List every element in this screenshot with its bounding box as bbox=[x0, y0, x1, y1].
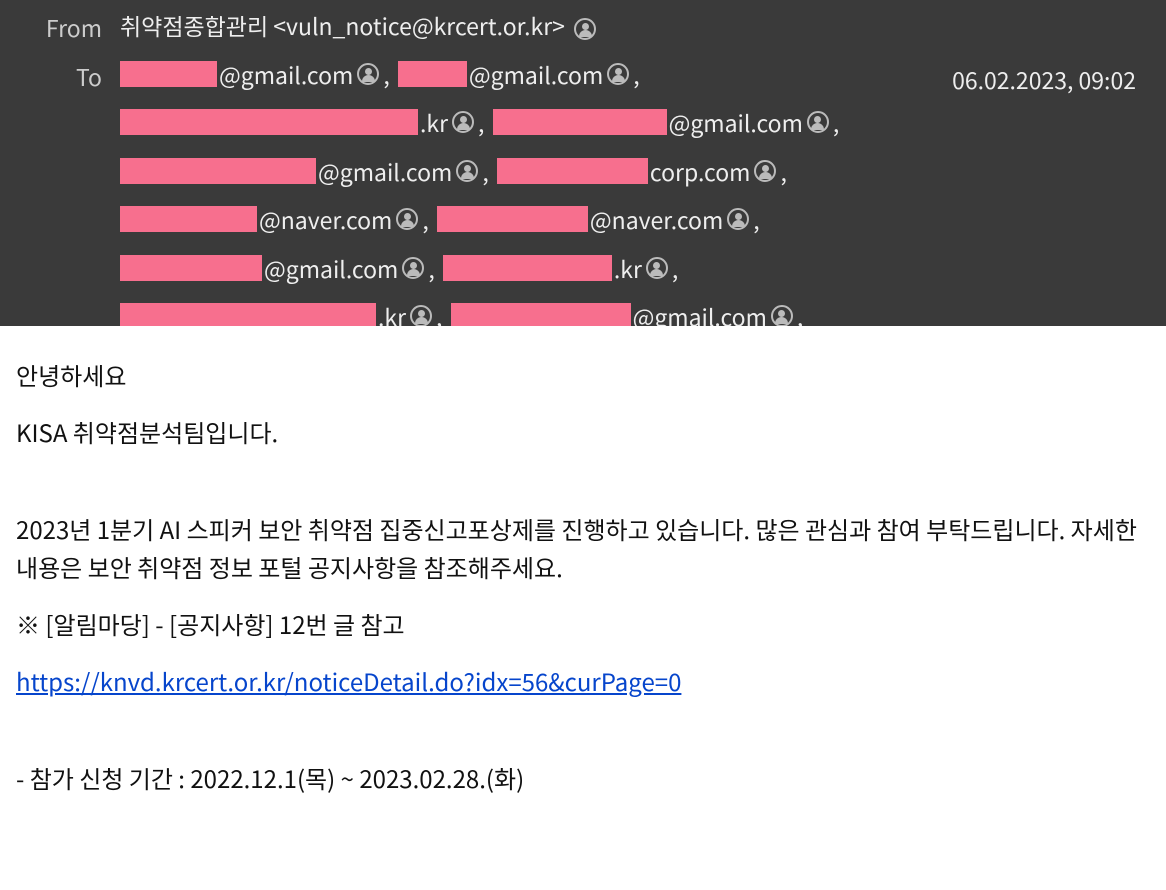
separator: , bbox=[422, 202, 428, 237]
recipient-suffix[interactable]: .kr bbox=[378, 299, 406, 326]
recipient-suffix[interactable]: @naver.com bbox=[259, 202, 392, 237]
contact-icon[interactable] bbox=[727, 208, 749, 230]
from-address[interactable]: 취약점종합관리 <vuln_notice@krcert.or.kr> bbox=[120, 8, 565, 42]
body-paragraph: 2023년 1분기 AI 스피커 보안 취약점 집중신고포상제를 진행하고 있습… bbox=[16, 510, 1150, 584]
redacted-segment bbox=[493, 109, 667, 135]
redacted-segment bbox=[443, 255, 612, 281]
to-value: @gmail.com, @gmail.com,.kr, @gmail.com,@… bbox=[120, 57, 1146, 327]
redacted-segment bbox=[451, 303, 631, 326]
redacted-segment bbox=[120, 61, 217, 87]
email-timestamp: 06.02.2023, 09:02 bbox=[952, 62, 1136, 96]
contact-icon[interactable] bbox=[410, 305, 432, 326]
email-header: From 취약점종합관리 <vuln_notice@krcert.or.kr> … bbox=[0, 0, 1166, 326]
recipient-suffix[interactable]: @gmail.com bbox=[669, 105, 803, 140]
redacted-segment bbox=[120, 206, 257, 232]
contact-icon[interactable] bbox=[357, 63, 379, 85]
contact-icon[interactable] bbox=[452, 111, 474, 133]
recipient-suffix[interactable]: @naver.com bbox=[590, 202, 723, 237]
body-link[interactable]: https://knvd.krcert.or.kr/noticeDetail.d… bbox=[16, 663, 681, 698]
recipient-line: @gmail.com, .kr, bbox=[120, 251, 1146, 286]
recipient-suffix[interactable]: @gmail.com bbox=[469, 57, 603, 92]
contact-icon[interactable] bbox=[456, 160, 478, 182]
email-body: 안녕하세요 KISA 취약점분석팀입니다. 2023년 1분기 AI 스피커 보… bbox=[0, 326, 1166, 836]
contact-icon[interactable] bbox=[402, 257, 424, 279]
redacted-segment bbox=[497, 158, 648, 184]
recipient-line: .kr, @gmail.com, bbox=[120, 105, 1146, 140]
contact-icon[interactable] bbox=[807, 111, 829, 133]
from-label: From bbox=[20, 8, 120, 45]
recipient-suffix[interactable]: @gmail.com bbox=[264, 251, 398, 286]
redacted-segment bbox=[120, 158, 316, 184]
contact-icon[interactable] bbox=[754, 160, 776, 182]
to-row: To @gmail.com, @gmail.com,.kr, @gmail.co… bbox=[20, 57, 1146, 327]
contact-icon[interactable] bbox=[396, 208, 418, 230]
contact-icon[interactable] bbox=[607, 63, 629, 85]
separator: , bbox=[482, 154, 488, 189]
redacted-segment bbox=[120, 109, 418, 135]
contact-icon[interactable] bbox=[574, 18, 596, 40]
recipient-line: .kr, @gmail.com, bbox=[120, 299, 1146, 326]
recipient-suffix[interactable]: .kr bbox=[614, 251, 642, 286]
contact-icon[interactable] bbox=[771, 305, 793, 326]
separator: , bbox=[833, 105, 839, 140]
separator: , bbox=[436, 299, 442, 326]
redacted-segment bbox=[437, 206, 588, 232]
body-period: - 참가 신청 기간 : 2022.12.1(목) ~ 2023.02.28.(… bbox=[16, 759, 1150, 796]
redacted-segment bbox=[120, 255, 262, 281]
redacted-segment bbox=[120, 303, 376, 326]
recipient-suffix[interactable]: .kr bbox=[420, 105, 448, 140]
body-greeting: 안녕하세요 bbox=[16, 356, 1150, 393]
separator: , bbox=[797, 299, 803, 326]
separator: , bbox=[383, 57, 389, 92]
separator: , bbox=[478, 105, 484, 140]
recipient-suffix[interactable]: @gmail.com bbox=[219, 57, 353, 92]
separator: , bbox=[672, 251, 678, 286]
to-label: To bbox=[20, 57, 120, 94]
body-note: ※ [알림마당] - [공지사항] 12번 글 참고 bbox=[16, 605, 1150, 642]
recipient-line: @naver.com, @naver.com, bbox=[120, 202, 1146, 237]
contact-icon[interactable] bbox=[646, 257, 668, 279]
recipient-line: @gmail.com, corp.com, bbox=[120, 154, 1146, 189]
redacted-segment bbox=[398, 61, 467, 87]
separator: , bbox=[753, 202, 759, 237]
separator: , bbox=[633, 57, 639, 92]
recipient-suffix[interactable]: @gmail.com bbox=[318, 154, 452, 189]
separator: , bbox=[780, 154, 786, 189]
from-value: 취약점종합관리 <vuln_notice@krcert.or.kr> bbox=[120, 8, 1146, 43]
recipient-suffix[interactable]: @gmail.com bbox=[633, 299, 767, 326]
from-row: From 취약점종합관리 <vuln_notice@krcert.or.kr> bbox=[20, 8, 1146, 45]
recipient-suffix[interactable]: corp.com bbox=[650, 154, 751, 189]
body-intro: KISA 취약점분석팀입니다. bbox=[16, 413, 1150, 450]
separator: , bbox=[428, 251, 434, 286]
